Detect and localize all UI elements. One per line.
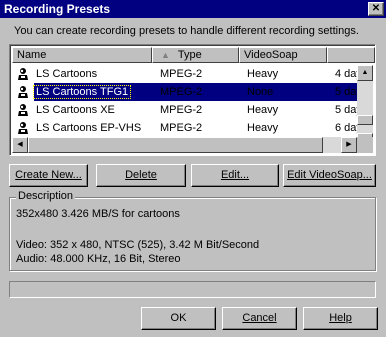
ok-button[interactable]: OK [141, 307, 216, 330]
description-summary: 352x480 3.426 MB/S for cartoons [16, 208, 180, 220]
list-item[interactable]: LS Cartoons MPEG-2 Heavy 4 day [12, 65, 362, 83]
vertical-scroll-thumb[interactable] [357, 115, 373, 125]
list-item[interactable]: LS Cartoons XE MPEG-2 Heavy 5 day [12, 101, 362, 119]
row-type: MPEG-2 [160, 122, 203, 134]
list-item[interactable]: LS Cartoons EP-VHS MPEG-2 Heavy 6 day [12, 119, 362, 137]
person-icon [16, 121, 30, 135]
cancel-button[interactable]: Cancel [222, 307, 297, 330]
horizontal-scrollbar[interactable]: ◀ ▶ [12, 137, 357, 153]
row-videosoap: None [247, 86, 274, 98]
list-header: Name ▲ Type VideoSoap [12, 47, 375, 63]
scroll-up-button[interactable]: ▲ [357, 65, 373, 81]
horizontal-scroll-thumb[interactable] [28, 137, 323, 153]
person-icon [16, 85, 30, 99]
row-type: MPEG-2 [160, 104, 203, 116]
person-icon [16, 67, 30, 81]
row-videosoap: Heavy [247, 122, 279, 134]
description-video: Video: 352 x 480, NTSC (525), 3.42 M Bit… [16, 239, 260, 251]
close-button[interactable]: ✕ [368, 2, 384, 16]
presets-list[interactable]: Name ▲ Type VideoSoap LS Cartoons MPEG-2 He… [9, 44, 376, 156]
scroll-left-button[interactable]: ◀ [12, 137, 28, 153]
row-name: LS Cartoons TFG1 [32, 85, 132, 99]
description-audio: Audio: 48.000 KHz, 16 Bit, Stereo [16, 253, 181, 265]
sort-ascending-icon: ▲ [161, 50, 170, 60]
delete-button[interactable]: Delete [96, 164, 186, 187]
edit-button[interactable]: Edit... [191, 164, 279, 187]
window-title: Recording Presets [4, 2, 111, 16]
description-group: Description 352x480 3.426 MB/S for carto… [9, 190, 376, 271]
person-icon [16, 103, 30, 117]
row-videosoap: Heavy [247, 104, 279, 116]
column-header-name[interactable]: Name [12, 47, 152, 63]
help-button[interactable]: Help [303, 307, 378, 330]
description-legend: Description [16, 190, 76, 202]
list-item[interactable]: LS Cartoons TFG1 MPEG-2 None 5 day [12, 83, 362, 101]
row-name: LS Cartoons [36, 68, 98, 80]
column-header-videosoap[interactable]: VideoSoap [239, 47, 327, 63]
row-name: LS Cartoons EP-VHS [36, 122, 142, 134]
status-bar [9, 281, 376, 298]
row-videosoap: Heavy [247, 68, 279, 80]
row-type: MPEG-2 [160, 86, 203, 98]
row-type: MPEG-2 [160, 68, 203, 80]
row-name: LS Cartoons XE [36, 104, 115, 116]
edit-videosoap-button[interactable]: Edit VideoSoap... [283, 164, 376, 187]
create-new-button[interactable]: Create New... [9, 164, 88, 187]
scrollbar-corner [357, 137, 373, 153]
column-header-type[interactable]: ▲ Type [152, 47, 239, 63]
intro-text: You can create recording presets to hand… [14, 25, 359, 37]
column-header-extra[interactable] [327, 47, 375, 63]
scroll-right-button[interactable]: ▶ [341, 137, 357, 153]
title-bar: Recording Presets ✕ [0, 0, 386, 18]
